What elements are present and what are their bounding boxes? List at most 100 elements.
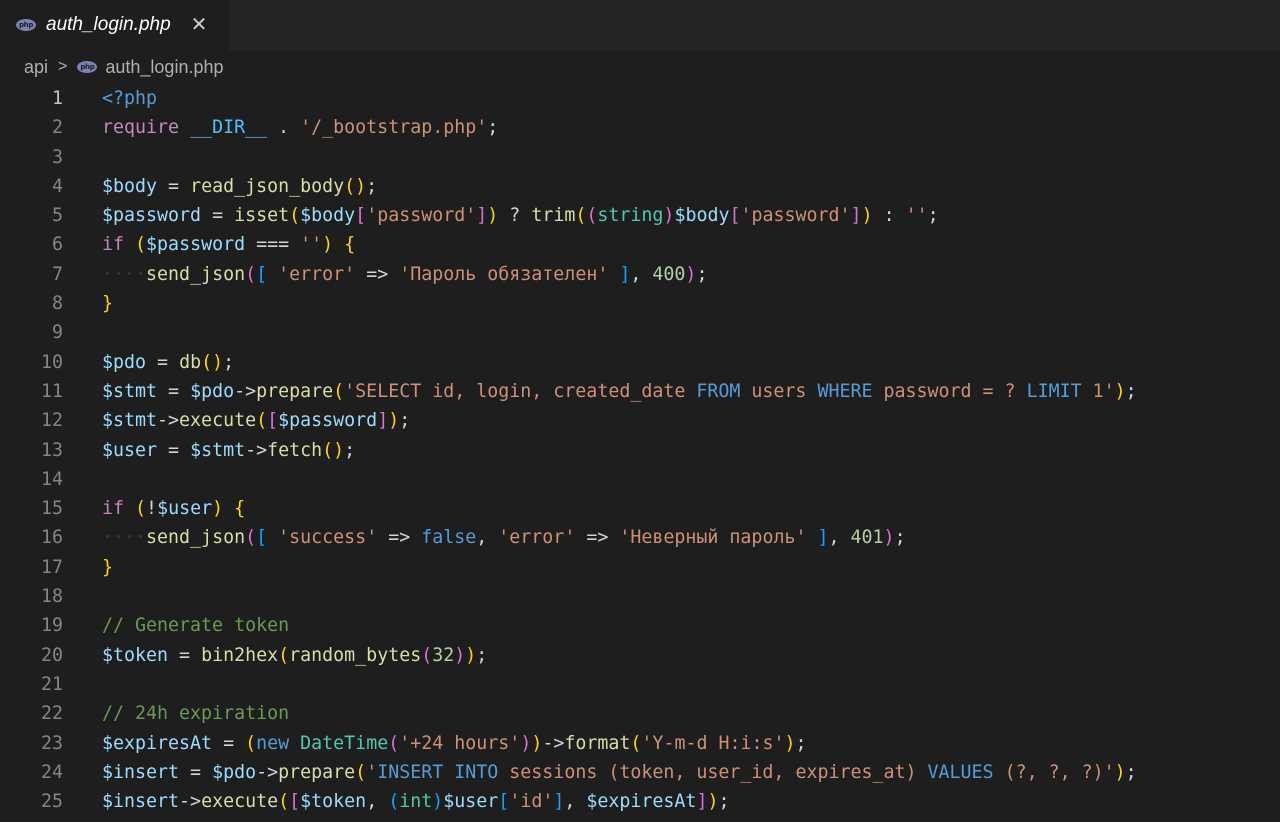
code-line[interactable]: 14: [0, 465, 1280, 494]
php-file-icon: php: [77, 61, 98, 73]
code-token: (: [245, 527, 257, 549]
line-number: 12: [40, 410, 63, 432]
code-token: new: [256, 732, 290, 754]
code-token: {: [344, 234, 356, 256]
code-token: ): [465, 644, 477, 666]
code-token: 1': [1081, 380, 1115, 402]
code-token: $body: [300, 205, 356, 227]
code-line[interactable]: 7 ····send_json([ 'error' => 'Пароль обяз…: [0, 260, 1280, 289]
code-token: {: [234, 498, 246, 520]
code-token: !: [146, 498, 158, 520]
code-text: $user = $stmt->fetch();: [63, 436, 355, 465]
line-number: 23: [40, 732, 63, 754]
code-line[interactable]: 17}: [0, 553, 1280, 582]
code-line[interactable]: 6 if ($password === '') {: [0, 230, 1280, 259]
line-number: 13: [40, 439, 63, 461]
code-token: ': [366, 761, 378, 783]
code-line[interactable]: 12 $stmt->execute([$password]);: [0, 406, 1280, 435]
code-line[interactable]: 9: [0, 318, 1280, 347]
code-line[interactable]: 21: [0, 670, 1280, 699]
code-text: ····send_json([ 'success' => false, 'err…: [63, 523, 906, 552]
code-token: ): [531, 732, 543, 754]
code-token: send_json: [146, 263, 246, 285]
code-token: (): [344, 175, 367, 197]
code-token: 'error': [498, 527, 576, 549]
code-line[interactable]: 8}: [0, 289, 1280, 318]
code-token: sessions (token, user_id, expires_at): [498, 761, 928, 783]
code-token: (): [201, 351, 224, 373]
line-number: 10: [40, 351, 63, 373]
code-token: ]: [619, 263, 631, 285]
code-token: ): [454, 644, 466, 666]
close-icon[interactable]: ✕: [191, 15, 208, 35]
code-line[interactable]: 16 ····send_json([ 'success' => false, 'e…: [0, 523, 1280, 552]
code-token: ->: [256, 761, 279, 783]
code-line[interactable]: 4 $body = read_json_body();: [0, 172, 1280, 201]
code-token: $body: [102, 175, 158, 197]
code-token: ]: [553, 791, 565, 813]
code-token: require: [102, 117, 180, 139]
code-line[interactable]: 23 $expiresAt = (new DateTime('+24 hours'…: [0, 729, 1280, 758]
code-line[interactable]: 25 $insert->execute([$token, (int)$user['…: [0, 787, 1280, 816]
code-token: $pdo: [212, 761, 257, 783]
code-token: send_json: [146, 527, 246, 549]
code-line[interactable]: 19 // Generate token: [0, 611, 1280, 640]
code-token: (: [575, 205, 587, 227]
code-line[interactable]: 11 $stmt = $pdo->prepare('SELECT id, logi…: [0, 377, 1280, 406]
code-token: (: [388, 791, 400, 813]
code-line[interactable]: 24 $insert = $pdo->prepare('INSERT INTO s…: [0, 758, 1280, 787]
code-line[interactable]: 1 <?php: [0, 84, 1280, 113]
code-token: }: [102, 556, 114, 578]
code-token: ->: [245, 439, 268, 461]
code-line[interactable]: 2 require __DIR__ . '/_bootstrap.php';: [0, 113, 1280, 142]
code-token: ····: [102, 263, 147, 285]
line-number: 9: [51, 322, 63, 344]
code-line[interactable]: 13 $user = $stmt->fetch();: [0, 436, 1280, 465]
breadcrumb-file[interactable]: auth_login.php: [105, 57, 223, 78]
breadcrumb-folder[interactable]: api: [24, 57, 48, 78]
code-token: =: [157, 380, 191, 402]
code-line[interactable]: 15 if (!$user) {: [0, 494, 1280, 523]
code-token: [: [267, 410, 279, 432]
code-token: 400: [652, 263, 686, 285]
code-token: $insert: [102, 761, 180, 783]
line-number: 3: [51, 146, 63, 168]
code-line[interactable]: 10 $pdo = db();: [0, 348, 1280, 377]
code-token: 'success': [278, 527, 378, 549]
line-number: 17: [40, 556, 63, 578]
code-token: [: [729, 205, 741, 227]
code-text: // Generate token: [63, 611, 289, 640]
code-token: INSERT INTO: [377, 761, 499, 783]
code-text: $stmt->execute([$password]);: [63, 406, 410, 435]
code-editor[interactable]: 1 <?php 2 require __DIR__ . '/_bootstrap.ph…: [0, 84, 1280, 816]
code-token: ): [520, 732, 532, 754]
code-line[interactable]: 20 $token = bin2hex(random_bytes(32));: [0, 641, 1280, 670]
code-token: (: [355, 761, 367, 783]
code-token: $password: [146, 234, 246, 256]
code-token: ): [707, 791, 719, 813]
code-token: ): [432, 791, 444, 813]
code-text: $body = read_json_body();: [63, 172, 377, 201]
code-token: :: [872, 205, 906, 227]
code-line[interactable]: 22 // 24h expiration: [0, 699, 1280, 728]
code-line[interactable]: 3: [0, 143, 1280, 172]
line-number: 4: [51, 175, 63, 197]
code-token: 32: [432, 644, 455, 666]
code-token: (: [135, 234, 147, 256]
code-token: (: [278, 644, 290, 666]
code-token: (?, ?, ?)': [993, 761, 1115, 783]
code-token: execute: [179, 410, 257, 432]
code-token: ): [1114, 380, 1126, 402]
line-number: 5: [51, 205, 63, 227]
tab-auth-login[interactable]: php auth_login.php ✕: [0, 0, 230, 50]
code-line[interactable]: 5 $password = isset($body['password']) ? …: [0, 201, 1280, 230]
line-number: 25: [40, 791, 63, 813]
code-line[interactable]: 18: [0, 582, 1280, 611]
line-number: 21: [40, 673, 63, 695]
code-token: ->: [542, 732, 565, 754]
code-token: (: [135, 498, 147, 520]
